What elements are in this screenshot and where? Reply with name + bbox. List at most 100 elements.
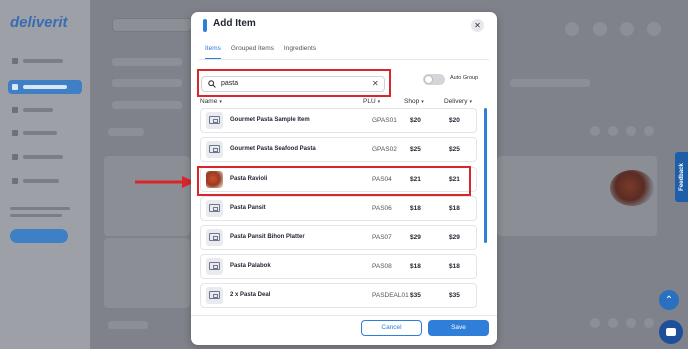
toggle-knob (424, 75, 433, 84)
list-item[interactable]: Gourmet Pasta Seafood Pasta GPAS02 $25 $… (200, 137, 477, 162)
footer-divider (191, 315, 497, 316)
item-placeholder-icon (206, 287, 223, 304)
item-delivery-price: $35 (449, 292, 460, 299)
item-shop-price: $20 (410, 117, 421, 124)
column-label: Delivery (444, 98, 468, 105)
background-icon (608, 318, 618, 328)
chevron-up-icon: ⌃ (664, 294, 674, 306)
item-name: Pasta Pansit (230, 205, 266, 211)
save-button[interactable]: Save (428, 320, 489, 336)
item-name: Gourmet Pasta Seafood Pasta (230, 146, 316, 152)
item-shop-price: $29 (410, 234, 421, 241)
list-item[interactable]: Pasta Pansit PAS06 $18 $18 (200, 196, 477, 221)
feedback-label: Feedback (678, 163, 685, 191)
close-button[interactable]: ✕ (471, 19, 484, 32)
chat-icon (666, 328, 676, 336)
item-list: Gourmet Pasta Sample Item GPAS01 $20 $20… (200, 108, 486, 308)
tabs-divider (199, 59, 489, 60)
background-tabs (112, 58, 182, 66)
background-search (112, 18, 192, 32)
auto-group-toggle[interactable] (423, 74, 445, 85)
column-label: PLU (363, 98, 376, 105)
column-header-shop[interactable]: Shop ▾ (404, 98, 424, 105)
list-item[interactable]: Pasta Pansit Bihon Platter PAS07 $29 $29 (200, 225, 477, 250)
background-nav-item-active (8, 80, 82, 94)
item-shop-price: $25 (410, 146, 421, 153)
modal-tabs: Items Grouped Items Ingredients (205, 45, 316, 59)
chat-button[interactable] (659, 320, 683, 344)
item-delivery-price: $18 (449, 263, 460, 270)
feedback-tab[interactable]: Feedback (675, 152, 688, 202)
column-header-delivery[interactable]: Delivery ▾ (444, 98, 472, 105)
close-icon: ✕ (474, 21, 481, 30)
item-plu: PAS07 (372, 234, 392, 241)
background-nav-item (8, 103, 82, 117)
background-heading (108, 321, 148, 329)
item-name: Pasta Palabok (230, 263, 271, 269)
item-delivery-price: $20 (449, 117, 460, 124)
list-scrollbar[interactable] (484, 108, 487, 243)
brand-logo: deliverit (10, 14, 68, 31)
background-nav-item (8, 150, 82, 164)
background-icon (590, 318, 600, 328)
item-plu: PASDEAL01 (372, 292, 409, 299)
sort-icon: ▾ (219, 98, 222, 105)
auto-group-label: Auto Group (450, 75, 479, 81)
background-icon (620, 22, 634, 36)
background-user-line (10, 214, 62, 217)
modal-title: Add Item (213, 18, 256, 29)
cancel-button[interactable]: Cancel (361, 320, 422, 336)
background-icon (647, 22, 661, 36)
background-food-image (610, 170, 654, 206)
modal-header: Add Item ✕ (191, 12, 497, 38)
tab-ingredients[interactable]: Ingredients (284, 45, 316, 59)
item-plu: PAS08 (372, 263, 392, 270)
item-delivery-price: $29 (449, 234, 460, 241)
list-item[interactable]: Gourmet Pasta Sample Item GPAS01 $20 $20 (200, 108, 477, 133)
background-nav-item (8, 126, 82, 140)
tab-items[interactable]: Items (205, 45, 221, 59)
item-delivery-price: $25 (449, 146, 460, 153)
background-card (104, 238, 190, 308)
column-header-plu[interactable]: PLU ▾ (363, 98, 380, 105)
background-icon (626, 318, 636, 328)
background-icon (644, 318, 654, 328)
tab-grouped-items[interactable]: Grouped Items (231, 45, 274, 59)
sort-icon: ▾ (377, 98, 381, 105)
background-icon (565, 22, 579, 36)
item-placeholder-icon (206, 229, 223, 246)
annotation-highlight-search (197, 69, 391, 97)
item-plu: PAS06 (372, 205, 392, 212)
title-accent (203, 19, 207, 32)
scroll-top-button[interactable]: ⌃ (659, 290, 679, 310)
background-icon (593, 22, 607, 36)
item-shop-price: $18 (410, 205, 421, 212)
column-label: Shop (404, 98, 420, 105)
background-heading (108, 128, 144, 136)
list-item[interactable]: Pasta Palabok PAS08 $18 $18 (200, 254, 477, 279)
background-nav-item (8, 174, 82, 188)
column-label: Name (200, 98, 218, 105)
item-plu: GPAS02 (372, 146, 397, 153)
background-icon (590, 126, 600, 136)
item-placeholder-icon (206, 200, 223, 217)
column-header-name[interactable]: Name ▾ (200, 98, 222, 105)
background-icon (626, 126, 636, 136)
background-filter (510, 79, 590, 87)
background-filter (112, 101, 182, 109)
item-shop-price: $18 (410, 263, 421, 270)
list-item[interactable]: 2 x Pasta Deal PASDEAL01 $35 $35 (200, 283, 477, 308)
background-icon (608, 126, 618, 136)
item-delivery-price: $18 (449, 205, 460, 212)
annotation-arrow (135, 176, 195, 188)
item-name: Pasta Pansit Bihon Platter (230, 234, 305, 240)
item-shop-price: $35 (410, 292, 421, 299)
sort-icon: ▾ (421, 98, 424, 105)
item-name: 2 x Pasta Deal (230, 292, 271, 298)
background-sidebar: deliverit (0, 0, 90, 349)
item-name: Gourmet Pasta Sample Item (230, 117, 310, 123)
background-filter (112, 79, 182, 87)
item-plu: GPAS01 (372, 117, 397, 124)
background-user-line (10, 207, 70, 210)
background-nav-item (8, 54, 82, 68)
